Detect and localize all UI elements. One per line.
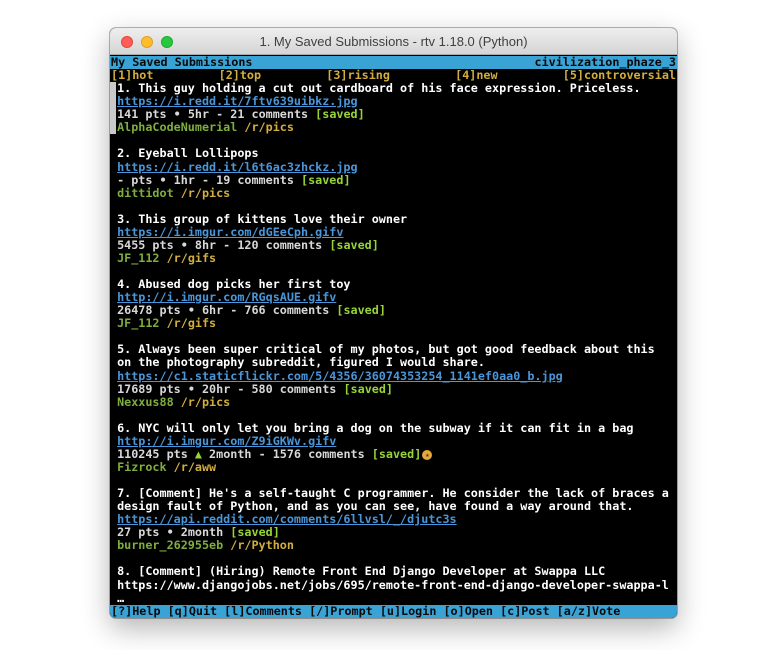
- subreddit-name[interactable]: /r/aww: [174, 460, 216, 474]
- submission-row[interactable]: 7. [Comment] He's a self-taught C progra…: [117, 487, 677, 552]
- saved-badge: [saved]: [329, 238, 379, 252]
- subreddit-name[interactable]: /r/Python: [230, 538, 294, 552]
- tab-controversial[interactable]: [5]controversial: [563, 69, 676, 82]
- gilded-star-icon: ★: [422, 450, 432, 460]
- subreddit-name[interactable]: /r/gifs: [167, 251, 217, 265]
- points-value: - pts: [117, 173, 152, 187]
- submission-byline: JF_112 /r/gifs: [117, 317, 677, 330]
- submission-link[interactable]: https://www.djangojobs.net/jobs/695/remo…: [117, 579, 677, 592]
- age-and-comments: 2month - 1576 comments: [209, 447, 365, 461]
- author-name[interactable]: JF_112: [117, 316, 159, 330]
- page-title: My Saved Submissions: [111, 56, 252, 69]
- points-value: 5455 pts: [117, 238, 174, 252]
- points-value: 110245 pts: [117, 447, 188, 461]
- vote-indicator-icon: •: [188, 382, 195, 396]
- vote-indicator-icon: •: [167, 525, 174, 539]
- minimize-button[interactable]: [141, 36, 153, 48]
- submission-byline: JF_112 /r/gifs: [117, 252, 677, 265]
- author-name[interactable]: Fizrock: [117, 460, 167, 474]
- submission-title: 6. NYC will only let you bring a dog on …: [117, 422, 677, 435]
- points-value: 27 pts: [117, 525, 159, 539]
- submission-row[interactable]: 2. Eyeball Lollipops https://i.redd.it/l…: [117, 147, 677, 199]
- shortcut-bar: [?]Help [q]Quit [l]Comments [/]Prompt [u…: [110, 605, 677, 618]
- tab-hot[interactable]: [1]hot: [111, 69, 153, 82]
- vote-indicator-icon: •: [174, 107, 181, 121]
- author-name[interactable]: dittidot: [117, 186, 174, 200]
- window-title: 1. My Saved Submissions - rtv 1.18.0 (Py…: [110, 34, 677, 49]
- shortcut-bar-text: [?]Help [q]Quit [l]Comments [/]Prompt [u…: [111, 605, 620, 618]
- terminal-screen[interactable]: My Saved Submissions civilization_phaze_…: [110, 56, 677, 618]
- vote-indicator-icon: ▲: [195, 447, 202, 461]
- saved-badge: [saved]: [301, 173, 351, 187]
- window-titlebar[interactable]: 1. My Saved Submissions - rtv 1.18.0 (Py…: [110, 28, 677, 55]
- submission-byline: Nexxus88 /r/pics: [117, 396, 677, 409]
- age-and-comments: 8hr - 120 comments: [195, 238, 322, 252]
- saved-badge: [saved]: [230, 525, 280, 539]
- submission-list: 1. This guy holding a cut out cardboard …: [110, 82, 677, 605]
- points-value: 141 pts: [117, 107, 167, 121]
- submission-row[interactable]: 5. Always been super critical of my phot…: [117, 343, 677, 408]
- submission-row[interactable]: 3. This group of kittens love their owne…: [117, 213, 677, 265]
- submission-byline: dittidot /r/pics: [117, 187, 677, 200]
- age-and-comments: 2month: [181, 525, 223, 539]
- tab-rising[interactable]: [3]rising: [326, 69, 390, 82]
- saved-badge: [saved]: [315, 107, 365, 121]
- saved-badge: [saved]: [336, 303, 386, 317]
- submission-byline: burner_262955eb /r/Python: [117, 539, 677, 552]
- submission-row[interactable]: 4. Abused dog picks her first toy http:/…: [117, 278, 677, 330]
- age-and-comments: 6hr - 766 comments: [202, 303, 329, 317]
- points-value: 26478 pts: [117, 303, 181, 317]
- author-name[interactable]: burner_262955eb: [117, 538, 223, 552]
- submission-byline: Fizrock /r/aww: [117, 461, 677, 474]
- author-name[interactable]: JF_112: [117, 251, 159, 265]
- submission-row[interactable]: 6. NYC will only let you bring a dog on …: [117, 422, 677, 474]
- close-button[interactable]: [121, 36, 133, 48]
- age-and-comments: 1hr - 19 comments: [174, 173, 294, 187]
- subreddit-name[interactable]: /r/pics: [244, 120, 294, 134]
- subreddit-name[interactable]: /r/pics: [181, 186, 231, 200]
- vote-indicator-icon: •: [188, 303, 195, 317]
- tab-new[interactable]: [4]new: [455, 69, 497, 82]
- rtv-header-bar: My Saved Submissions civilization_phaze_…: [110, 56, 677, 69]
- saved-badge: [saved]: [372, 447, 422, 461]
- age-and-comments: 20hr - 580 comments: [202, 382, 336, 396]
- truncation-ellipsis: …: [117, 592, 677, 605]
- subreddit-name[interactable]: /r/pics: [181, 395, 231, 409]
- traffic-lights: [121, 36, 173, 48]
- submission-row[interactable]: 8. [Comment] (Hiring) Remote Front End D…: [117, 565, 677, 604]
- vote-indicator-icon: •: [181, 238, 188, 252]
- tab-top[interactable]: [2]top: [219, 69, 261, 82]
- vote-indicator-icon: •: [160, 173, 167, 187]
- saved-badge: [saved]: [343, 382, 393, 396]
- submission-title: 7. [Comment] He's a self-taught C progra…: [117, 487, 677, 513]
- submission-row[interactable]: 1. This guy holding a cut out cardboard …: [117, 82, 677, 134]
- author-name[interactable]: AlphaCodeNumerial: [117, 120, 237, 134]
- author-name[interactable]: Nexxus88: [117, 395, 174, 409]
- points-value: 17689 pts: [117, 382, 181, 396]
- submission-byline: AlphaCodeNumerial /r/pics: [117, 121, 677, 134]
- submission-title: 2. Eyeball Lollipops: [117, 147, 677, 160]
- age-and-comments: 5hr - 21 comments: [188, 107, 308, 121]
- logged-in-username: civilization_phaze_3: [535, 56, 676, 69]
- zoom-button[interactable]: [161, 36, 173, 48]
- submission-title: 3. This group of kittens love their owne…: [117, 213, 677, 226]
- submission-title: 8. [Comment] (Hiring) Remote Front End D…: [117, 565, 677, 578]
- submission-title: 5. Always been super critical of my phot…: [117, 343, 677, 369]
- selection-cursor-bar: [110, 82, 116, 134]
- terminal-window: 1. My Saved Submissions - rtv 1.18.0 (Py…: [110, 28, 677, 618]
- sort-tabs: [1]hot [2]top [3]rising [4]new [5]contro…: [110, 69, 677, 82]
- subreddit-name[interactable]: /r/gifs: [167, 316, 217, 330]
